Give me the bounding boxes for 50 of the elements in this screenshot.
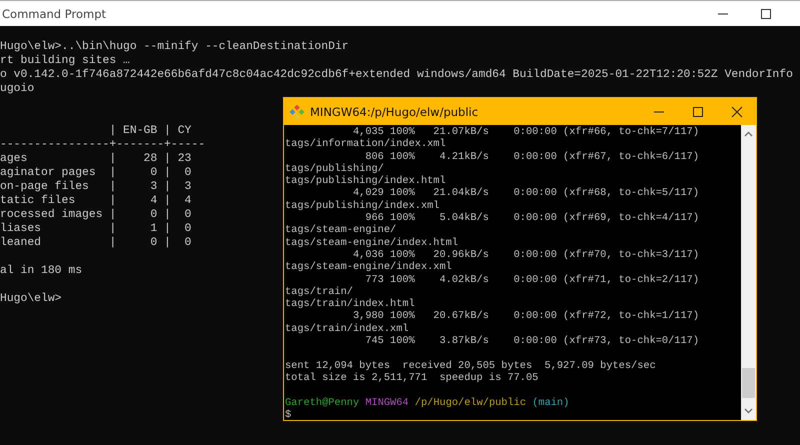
- terminal-line: tags/information/index.xml: [285, 138, 446, 151]
- console-line: aginator pages | 0 | 0: [0, 166, 192, 180]
- terminal-line: 966 100% 5.04kB/s 0:00:00 (xfr#69, to-chk=4/117): [364, 212, 700, 224]
- scroll-down-icon[interactable]: [744, 408, 753, 414]
- scroll-up-icon[interactable]: [744, 131, 753, 137]
- terminal-line: tags/steam-engine/index.xml: [285, 261, 452, 274]
- terminal-line: tags/publishing/index.xml: [285, 200, 440, 212]
- terminal-line: 4,036 100% 20.96kB/s 0:00:00 (xfr#70, to-chk=3/117): [352, 248, 700, 262]
- terminal-line: 4,029 100% 21.04kB/s 0:00:00 (xfr#68, to-chk=5/117): [352, 187, 700, 200]
- terminal-line: 3,980 100% 20.67kB/s 0:00:00 (xfr#72, to-chk=1/117): [352, 310, 700, 323]
- window-title: MINGW64:/p/Hugo/elw/public: [310, 104, 478, 118]
- close-icon[interactable]: [731, 106, 743, 118]
- command-prompt: Hugo\elw>: [0, 292, 62, 306]
- console-line: ages | 28 | 23: [0, 152, 192, 166]
- terminal-line: tags/steam-engine/: [285, 224, 396, 237]
- terminal-line: sent 12,094 bytes received 20,505 bytes 5,927.09 bytes/sec: [285, 360, 656, 372]
- window-title: Command Prompt: [2, 6, 106, 20]
- console-line: liases | 1 | 0: [0, 222, 192, 236]
- console-line: rocessed images | 0 | 0: [0, 208, 192, 222]
- prompt-text: Gareth@Penny: [285, 396, 360, 409]
- terminal-line: 773 100% 4.02kB/s 0:00:00 (xfr#71, to-chk=2/117): [364, 274, 700, 286]
- prompt-text: (main): [532, 396, 570, 409]
- console-line: ugoio: [0, 82, 34, 96]
- terminal-line: tags/train/: [285, 286, 353, 298]
- terminal-line: tags/steam-engine/index.html: [285, 236, 458, 249]
- terminal-line: tags/train/index.html: [285, 298, 415, 310]
- maximize-icon[interactable]: [760, 8, 772, 20]
- console-line: leaned | 0 | 0: [0, 236, 192, 250]
- console-line: Hugo\elw>..\bin\hugo --minify --cleanDestinationDir: [0, 40, 349, 54]
- scrollbar-thumb[interactable]: [742, 368, 755, 398]
- prompt-text: MINGW64: [365, 396, 409, 409]
- maximize-icon[interactable]: [692, 106, 704, 118]
- terminal-line: tags/publishing/index.html: [285, 175, 446, 188]
- prompt-text: /p/Hugo/elw/public: [414, 396, 526, 409]
- terminal-line: 806 100% 4.21kB/s 0:00:00 (xfr#67, to-chk=6/117): [364, 150, 700, 163]
- terminal-line: 745 100% 3.87kB/s 0:00:00 (xfr#73, to-chk=0/117): [364, 335, 700, 348]
- console-line: tatic files | 4 | 4: [0, 194, 192, 208]
- terminal-input-line: $: [285, 408, 292, 420]
- terminal-line: tags/publishing/: [285, 162, 384, 176]
- console-line: rt building sites …: [0, 54, 130, 68]
- terminal-line: tags/train/index.xml: [285, 322, 409, 336]
- console-line: ----------------+-------+-----: [0, 138, 206, 152]
- console-line: al in 180 ms: [0, 264, 82, 278]
- diamond-icon: [290, 104, 304, 118]
- terminal-line: total size is 2,511,771 speedup is 77.05: [285, 372, 538, 384]
- terminal-line: 4,035 100% 21.07kB/s 0:00:00 (xfr#66, to-chk=7/117): [352, 126, 700, 138]
- console-line: on-page files | 3 | 3: [0, 180, 192, 194]
- scrollbar[interactable]: [741, 125, 756, 420]
- console-line: o v0.142.0-1f746a872442e66b6afd47c8c04ac42dc92cdb6f+extended windows/amd64 BuildDate=2025-01-22T12:20:52Z VendorInfo: [0, 68, 793, 82]
- console-line: | EN-GB | CY: [108, 124, 192, 138]
